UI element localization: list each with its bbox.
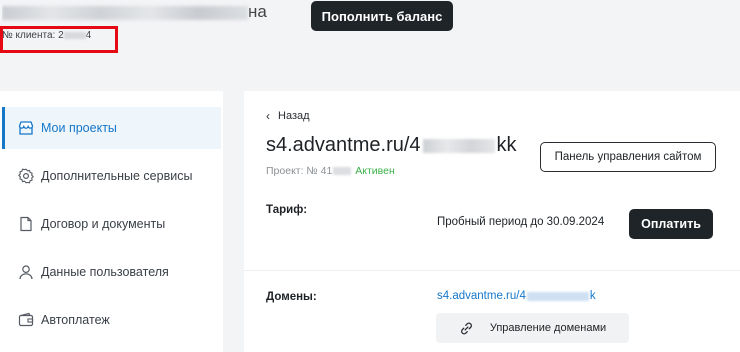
manage-domains-label: Управление доменами [489,322,607,334]
gear-icon [18,168,34,184]
status-badge: Активен [355,165,395,177]
redacted-domain [526,291,589,301]
redacted-project-name [422,138,495,153]
project-title-suffix: kk [496,134,517,156]
user-name: на [2,2,270,24]
client-number-highlight [0,26,118,53]
sidebar-item-label: Дополнительные сервисы [41,169,193,183]
tariff-label: Тариф: [266,204,308,216]
domain-link-suffix: k [589,290,596,302]
chevron-left-icon: ‹ [266,109,270,123]
sidebar-item-additional-services[interactable]: Дополнительные сервисы [2,155,221,197]
sidebar-item-label: Мои проекты [41,121,117,135]
wallet-icon [18,312,34,328]
site-control-panel-button[interactable]: Панель управления сайтом [540,142,716,172]
project-number-label: Проект: № 41 [266,165,333,177]
sidebar-item-user-data[interactable]: Данные пользователя [2,251,221,293]
back-link[interactable]: ‹ Назад [266,109,310,123]
project-title-prefix: s4.advantme.ru/4 [266,134,421,156]
trial-period-text: Пробный период до 30.09.2024 [437,216,605,228]
pay-button[interactable]: Оплатить [629,209,713,239]
store-icon [18,120,34,136]
page-title: s4.advantme.ru/4 kk [266,134,517,157]
domain-link[interactable]: s4.advantme.ru/4 k [437,290,596,302]
sidebar-item-contract-documents[interactable]: Договор и документы [2,203,221,245]
sidebar: Мои проекты Дополнительные сервисы Догов… [0,91,223,352]
sidebar-item-autopayment[interactable]: Автоплатеж [2,299,221,341]
redacted-user-name [2,6,248,20]
sidebar-item-label: Автоплатеж [41,313,110,327]
domains-label: Домены: [266,291,317,303]
sidebar-item-my-projects[interactable]: Мои проекты [2,107,221,149]
topup-balance-button[interactable]: Пополнить баланс [311,1,453,31]
redacted-project-number [333,167,352,175]
section-divider [244,270,740,271]
sidebar-item-label: Данные пользователя [41,265,169,279]
sidebar-item-label: Договор и документы [41,217,166,231]
back-link-label: Назад [278,110,310,122]
user-icon [18,264,34,280]
manage-domains-button[interactable]: Управление доменами [436,313,629,343]
document-icon [18,216,34,232]
project-meta: Проект: № 41 Активен [266,165,395,177]
top-header: на № клиента: 24 Пополнить баланс [0,0,740,90]
domain-link-prefix: s4.advantme.ru/4 [437,290,526,302]
project-panel: ‹ Назад s4.advantme.ru/4 kk Панель управл… [244,91,740,352]
link-icon [459,321,474,336]
user-name-tail: на [248,2,267,21]
